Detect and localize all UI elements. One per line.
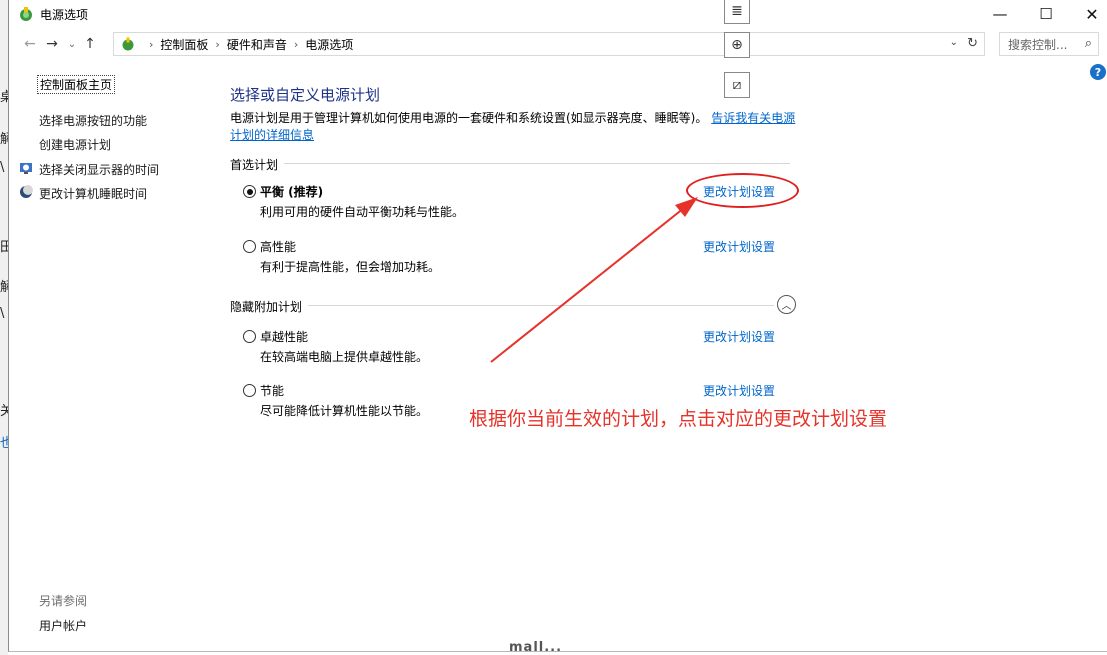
annotation-text: 根据你当前生效的计划，点击对应的更改计划设置 bbox=[469, 408, 888, 430]
background-fragment: \ bbox=[0, 160, 5, 175]
power-options-window: 电源选项 — ☐ ✕ ← → ⌄ ↑ › 控制面板 › 硬件和声音 › 电源选项… bbox=[8, 0, 1107, 655]
background-fragment: \ bbox=[0, 306, 5, 321]
annotation-arrow bbox=[490, 197, 698, 363]
background-fragment-bottom: mall... bbox=[509, 640, 563, 655]
background-window-edge: 桌 解 \ 田 解 \ 关 也 bbox=[0, 0, 13, 655]
